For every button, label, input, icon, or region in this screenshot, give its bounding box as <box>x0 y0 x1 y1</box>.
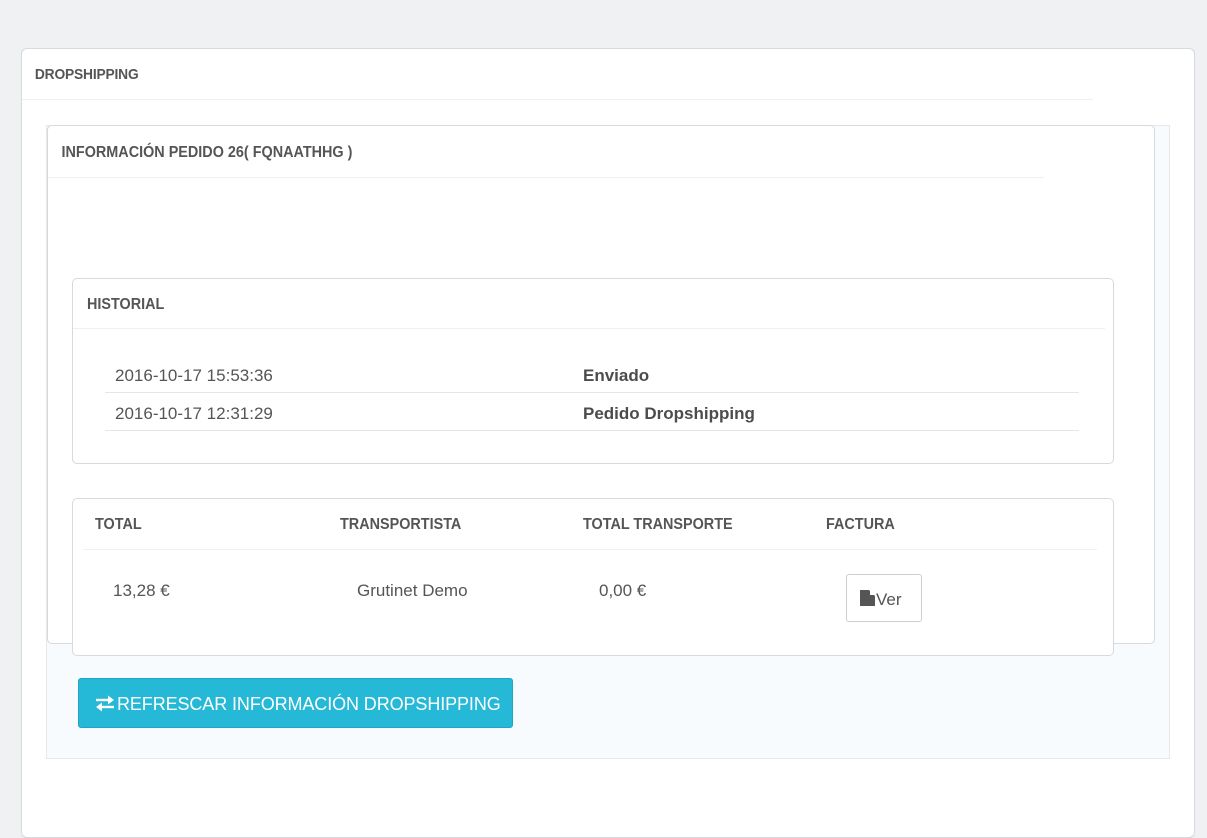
history-date: 2016-10-17 15:53:36 <box>115 366 273 385</box>
header-shipping-total: TOTAL TRANSPORTE <box>583 516 733 533</box>
history-status: Enviado <box>583 366 650 385</box>
header-total: TOTAL <box>95 516 142 533</box>
history-date: 2016-10-17 12:31:29 <box>115 404 273 423</box>
history-heading: HISTORIAL <box>73 279 1105 329</box>
totals-header-row: TOTAL TRANSPORTISTA TOTAL TRANSPORTE FAC… <box>83 499 1097 550</box>
file-icon <box>860 590 875 611</box>
dropshipping-panel: DROPSHIPPING INFORMACIÓN PEDIDO 26( FQNA… <box>21 48 1195 838</box>
order-info-panel: INFORMACIÓN PEDIDO 26( FQNAATHHG ) HISTO… <box>47 125 1155 656</box>
history-row: 2016-10-17 12:31:29 Pedido Dropshipping <box>105 392 1079 431</box>
history-row: 2016-10-17 15:53:36 Enviado <box>105 354 1079 393</box>
header-invoice: FACTURA <box>826 516 895 533</box>
carrier-value: Grutinet Demo <box>357 581 468 600</box>
history-panel: HISTORIAL 2016-10-17 15:53:36 Enviado 20… <box>72 278 1114 464</box>
refresh-label: REFRESCAR INFORMACIÓN DROPSHIPPING <box>117 694 501 714</box>
exchange-icon <box>94 694 116 717</box>
order-title: INFORMACIÓN PEDIDO 26( FQNAATHHG ) <box>48 126 1044 178</box>
view-invoice-button[interactable]: Ver <box>846 574 922 622</box>
total-value: 13,28 € <box>113 581 170 600</box>
panel-title: DROPSHIPPING <box>22 49 1093 100</box>
totals-panel: TOTAL TRANSPORTISTA TOTAL TRANSPORTE FAC… <box>72 498 1114 656</box>
refresh-dropshipping-button[interactable]: REFRESCAR INFORMACIÓN DROPSHIPPING <box>78 678 513 728</box>
shipping-total-value: 0,00 € <box>599 581 647 600</box>
view-invoice-label: Ver <box>876 590 902 609</box>
history-status: Pedido Dropshipping <box>583 404 755 423</box>
history-title: HISTORIAL <box>87 296 165 313</box>
header-carrier: TRANSPORTISTA <box>340 516 462 533</box>
